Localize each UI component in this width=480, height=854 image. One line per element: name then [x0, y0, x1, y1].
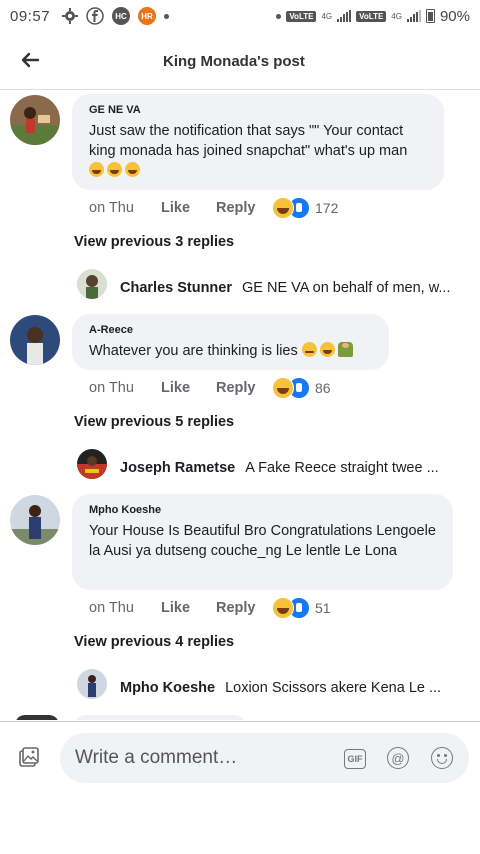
last-reply-preview[interactable]: Joseph Rametse A Fake Reece straight twee… — [120, 460, 454, 476]
reply-button[interactable]: Reply — [216, 600, 272, 616]
reply-text: A Fake Reece straight twee ... — [245, 460, 439, 476]
avatar-next-comment[interactable] — [15, 715, 59, 720]
avatar-charles-stunner[interactable] — [77, 269, 107, 299]
last-reply-preview[interactable]: Charles Stunner GE NE VA on behalf of men… — [120, 280, 454, 296]
reply-author[interactable]: Mpho Koeshe — [120, 680, 215, 696]
facebook-icon — [86, 7, 104, 25]
comment-text-content: Whatever you are thinking is lies — [89, 343, 298, 359]
rolling-on-floor-laughing-emoji-icon — [319, 342, 335, 357]
comment-composer: GIF @ — [0, 721, 480, 854]
haha-reaction-icon — [272, 597, 294, 619]
reactions-summary[interactable]: 51 — [272, 597, 331, 619]
comment-actions: on Thu Like Reply 51 — [89, 597, 331, 619]
reply-author[interactable]: Charles Stunner — [120, 280, 232, 296]
like-button[interactable]: Like — [161, 600, 216, 616]
avatar-mpho-koeshe-reply[interactable] — [77, 669, 107, 699]
like-button[interactable]: Like — [161, 200, 216, 216]
comment-bubble[interactable]: A-Reece Whatever you are thinking is lie… — [72, 314, 389, 370]
volte-badge-2: VoLTE — [356, 10, 387, 22]
signal-icon — [337, 10, 352, 22]
gif-icon[interactable]: GIF — [344, 749, 366, 769]
indicator-dot — [276, 13, 282, 19]
post-header: King Monada's post — [0, 32, 480, 90]
comment-text-content: Just saw the notification that says "" Y… — [89, 123, 408, 159]
gear-icon — [62, 8, 79, 24]
hr-icon: HR — [138, 7, 157, 25]
reply-author[interactable]: Joseph Rametse — [120, 460, 235, 476]
more-notifications-dot — [164, 13, 170, 19]
avatar-a-reece[interactable] — [10, 315, 60, 365]
network-type-2: 4G — [391, 11, 402, 21]
reaction-count: 172 — [315, 200, 339, 216]
reply-text: Loxion Scissors akere Kena Le ... — [225, 680, 442, 696]
emoji-icon[interactable] — [431, 747, 453, 769]
battery-icon — [425, 9, 435, 23]
reply-button[interactable]: Reply — [216, 380, 272, 396]
comment-time: on Thu — [89, 380, 134, 396]
comment-bubble-next[interactable] — [75, 715, 245, 720]
view-previous-replies[interactable]: View previous 3 replies — [74, 234, 234, 250]
hc-icon: HC — [112, 7, 131, 25]
comment-bubble[interactable]: GE NE VA Just saw the notification that … — [72, 94, 444, 190]
status-bar: 09:57 HC HR VoLTE 4G VoLTE 4G 90% — [0, 0, 480, 32]
comment-actions: on Thu Like Reply 86 — [89, 377, 331, 399]
comment-text: Your House Is Beautiful Bro Congratulati… — [89, 523, 436, 559]
comment-actions: on Thu Like Reply 172 — [89, 197, 338, 219]
back-arrow-icon[interactable] — [20, 50, 40, 70]
reaction-count: 51 — [315, 600, 331, 616]
clock: 09:57 — [10, 7, 51, 25]
reply-text: GE NE VA on behalf of men, w... — [242, 280, 451, 296]
person-gesturing-no-emoji-icon — [337, 342, 353, 357]
comment-author[interactable]: Mpho Koeshe — [89, 504, 437, 516]
comments-list[interactable]: GE NE VA Just saw the notification that … — [0, 91, 480, 720]
comment-text: Just saw the notification that says "" Y… — [89, 121, 428, 181]
comment-author[interactable]: GE NE VA — [89, 104, 428, 116]
rolling-eyes-emoji-icon — [301, 342, 317, 357]
avatar-geneva[interactable] — [10, 95, 60, 145]
avatar-joseph-rametse[interactable] — [77, 449, 107, 479]
battery-percent: 90% — [439, 7, 470, 25]
rolling-on-floor-laughing-emoji-icon — [89, 162, 104, 177]
mention-icon[interactable]: @ — [387, 747, 409, 769]
comment-time: on Thu — [89, 600, 134, 616]
notification-icons: HC HR — [62, 7, 170, 25]
reactions-summary[interactable]: 86 — [272, 377, 331, 399]
like-button[interactable]: Like — [161, 380, 216, 396]
page-title: King Monada's post — [163, 53, 305, 70]
comment-bubble[interactable]: Mpho Koeshe Your House Is Beautiful Bro … — [72, 494, 453, 590]
network-type: 4G — [321, 11, 333, 21]
system-indicators: VoLTE 4G VoLTE 4G 90% — [276, 8, 470, 25]
photo-icon[interactable] — [18, 746, 40, 768]
haha-reaction-icon — [272, 377, 294, 399]
view-previous-replies[interactable]: View previous 5 replies — [74, 414, 234, 430]
volte-badge: VoLTE — [286, 10, 317, 22]
comment-author[interactable]: A-Reece — [89, 324, 373, 336]
rolling-on-floor-laughing-emoji-icon — [107, 162, 122, 177]
comment-time: on Thu — [89, 200, 134, 216]
comment-text: Whatever you are thinking is lies — [89, 341, 373, 361]
reactions-summary[interactable]: 172 — [272, 197, 338, 219]
signal-icon-2 — [406, 10, 421, 22]
avatar-mpho-koeshe[interactable] — [10, 495, 60, 545]
haha-reaction-icon — [272, 197, 294, 219]
reply-button[interactable]: Reply — [216, 200, 272, 216]
reaction-count: 86 — [315, 380, 331, 396]
view-previous-replies[interactable]: View previous 4 replies — [74, 634, 234, 650]
rolling-on-floor-laughing-emoji-icon — [125, 162, 140, 177]
last-reply-preview[interactable]: Mpho Koeshe Loxion Scissors akere Kena Le… — [120, 680, 454, 696]
